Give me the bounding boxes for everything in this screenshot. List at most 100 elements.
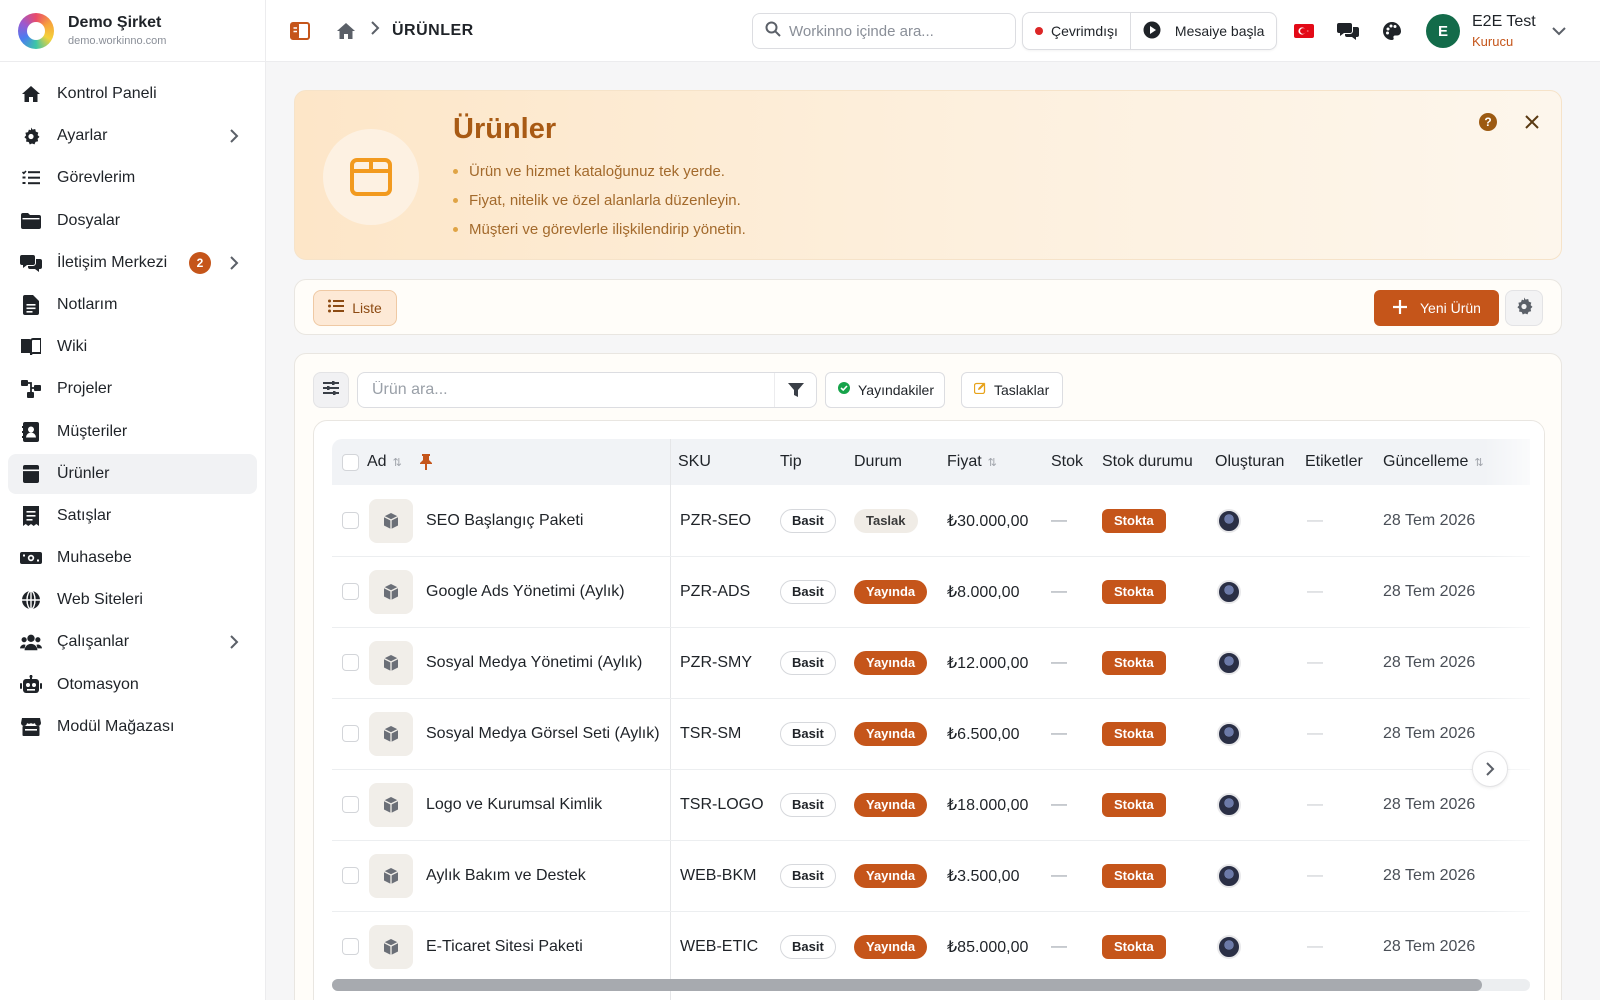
col-stock-header[interactable]: Stok [1051, 439, 1083, 485]
product-search[interactable] [357, 372, 817, 408]
table-row[interactable]: Aylık Bakım ve Destek WEB-BKM Basit Yayında… [332, 840, 1530, 912]
product-updated: 28 Tem 2026 [1383, 582, 1476, 600]
home-icon[interactable] [334, 19, 358, 43]
table-row[interactable]: E-Ticaret Sitesi Paketi WEB-ETIC Basit Yayı… [332, 911, 1530, 983]
sidebar-item-iletisim-merkezi[interactable]: İletişim Merkezi 2 [8, 243, 257, 283]
sidebar-item-satislar[interactable]: Satışlar [8, 496, 257, 536]
user-name[interactable]: E2E Test [1472, 13, 1536, 31]
select-all-checkbox[interactable] [342, 439, 359, 485]
sidebar-item-wiki[interactable]: Wiki [8, 327, 257, 367]
sidebar-item-musteriler[interactable]: Müşteriler [8, 412, 257, 452]
list-view-button[interactable]: Liste [313, 290, 397, 326]
sidebar-item-calisanlar[interactable]: Çalışanlar [8, 622, 257, 662]
pin-icon[interactable] [420, 439, 432, 485]
sidebar-item-muhasebe[interactable]: Muhasebe [8, 538, 257, 578]
brand[interactable]: Demo Şirket demo.workinno.com [0, 0, 265, 62]
close-icon[interactable] [1519, 109, 1545, 135]
creator-avatar[interactable] [1217, 650, 1241, 675]
sidebar-item-modul-magazasi[interactable]: Modül Mağazası [8, 707, 257, 747]
col-price-header[interactable]: Fiyat ⇅ [947, 439, 997, 485]
brand-domain: demo.workinno.com [68, 35, 167, 47]
product-name[interactable]: Logo ve Kurumsal Kimlik [426, 769, 602, 840]
row-checkbox[interactable] [342, 698, 359, 769]
sidebar-item-ayarlar[interactable]: Ayarlar [8, 116, 257, 156]
sidebar-item-otomasyon[interactable]: Otomasyon [8, 665, 257, 705]
new-product-button[interactable]: Yeni Ürün [1374, 290, 1499, 326]
gear-icon [1515, 297, 1533, 320]
user-avatar[interactable]: E [1426, 14, 1460, 48]
sidebar-item-notlarim[interactable]: Notlarım [8, 285, 257, 325]
list-view-label: Liste [352, 300, 382, 316]
stock-status-badge: Stokta [1102, 508, 1166, 533]
global-search-input[interactable] [789, 22, 999, 40]
start-shift-button[interactable]: Mesaiye başla [1131, 13, 1277, 49]
sidebar-item-gorevlerim[interactable]: Görevlerim [8, 158, 257, 198]
table-settings-button[interactable] [1505, 290, 1543, 326]
table-row[interactable]: Google Ads Yönetimi (Aylık) PZR-ADS Basit Y… [332, 556, 1530, 628]
chevron-right-icon[interactable] [227, 129, 241, 143]
turkish-flag-icon[interactable] [1292, 19, 1316, 43]
col-type-header[interactable]: Tip [780, 439, 802, 485]
filter-settings-button[interactable] [313, 372, 349, 408]
chevron-right-icon[interactable] [227, 635, 241, 650]
col-sku-header[interactable]: SKU [678, 439, 711, 485]
col-stock-status-header[interactable]: Stok durumu [1102, 439, 1193, 485]
robot-icon [20, 674, 42, 696]
status-badge: Yayında [854, 650, 928, 675]
sidebar-toggle-icon[interactable] [288, 19, 312, 43]
creator-avatar[interactable] [1217, 792, 1241, 817]
table-row[interactable]: Sosyal Medya Görsel Seti (Aylık) TSR-SM Ba… [332, 698, 1530, 770]
sidebar-item-kontrol-paneli[interactable]: Kontrol Paneli [8, 74, 257, 114]
row-checkbox[interactable] [342, 840, 359, 911]
sidebar-item-web-siteleri[interactable]: Web Siteleri [8, 580, 257, 620]
col-updated-header[interactable]: Güncelleme ⇅ [1383, 439, 1484, 485]
product-sku: TSR-LOGO [680, 795, 764, 813]
chevron-right-icon[interactable] [227, 256, 241, 270]
horizontal-scrollbar[interactable] [332, 979, 1530, 991]
chevron-down-icon[interactable] [1550, 22, 1568, 40]
product-name[interactable]: Sosyal Medya Yönetimi (Aylık) [426, 627, 642, 698]
messages-icon[interactable] [1336, 19, 1360, 43]
col-tags-header[interactable]: Etiketler [1305, 439, 1363, 485]
product-name[interactable]: E-Ticaret Sitesi Paketi [426, 911, 583, 982]
row-checkbox[interactable] [342, 911, 359, 982]
folder-icon [20, 210, 42, 232]
table-row[interactable]: Sosyal Medya Yönetimi (Aylık) PZR-SMY Basi… [332, 627, 1530, 699]
sidebar-item-dosyalar[interactable]: Dosyalar [8, 201, 257, 241]
col-status-header[interactable]: Durum [854, 439, 902, 485]
creator-avatar[interactable] [1217, 934, 1241, 959]
sidebar-item-projeler[interactable]: Projeler [8, 369, 257, 409]
product-name[interactable]: Aylık Bakım ve Destek [426, 840, 586, 911]
product-search-input[interactable] [372, 381, 772, 399]
row-checkbox[interactable] [342, 485, 359, 556]
product-price: ₺6.500,00 [947, 725, 1020, 743]
product-name[interactable]: SEO Başlangıç Paketi [426, 485, 583, 556]
product-price: ₺8.000,00 [947, 583, 1020, 601]
col-creator-header[interactable]: Oluşturan [1215, 439, 1284, 485]
page-title: Ürünler [453, 113, 557, 145]
status-offline[interactable]: Çevrimdışı [1023, 13, 1131, 49]
row-checkbox[interactable] [342, 556, 359, 627]
product-name[interactable]: Sosyal Medya Görsel Seti (Aylık) [426, 698, 660, 769]
product-name[interactable]: Google Ads Yönetimi (Aylık) [426, 556, 625, 627]
product-list-card: Yayındakiler Taslaklar Ad ⇅ SKU Tip Durum… [294, 353, 1562, 1000]
drafts-filter-chip[interactable]: Taslaklar [961, 372, 1063, 408]
sidebar-item-urunler[interactable]: Ürünler [8, 453, 257, 494]
col-name-header[interactable]: Ad ⇅ [367, 439, 402, 485]
scroll-right-button[interactable] [1472, 751, 1508, 787]
row-checkbox[interactable] [342, 769, 359, 840]
creator-avatar[interactable] [1217, 863, 1241, 888]
global-search[interactable] [752, 13, 1016, 49]
table-row[interactable]: SEO Başlangıç Paketi PZR-SEO Basit Taslak ₺3… [332, 485, 1530, 557]
creator-avatar[interactable] [1217, 508, 1241, 533]
table-row[interactable]: Logo ve Kurumsal Kimlik TSR-LOGO Basit Yayı… [332, 769, 1530, 841]
creator-avatar[interactable] [1217, 579, 1241, 604]
help-icon[interactable]: ? [1479, 113, 1497, 131]
scrollbar-thumb[interactable] [332, 979, 1482, 991]
funnel-icon[interactable] [774, 373, 816, 407]
palette-icon[interactable] [1380, 19, 1404, 43]
creator-avatar[interactable] [1217, 721, 1241, 746]
sidebar: Demo Şirket demo.workinno.com Kontrol Pa… [0, 0, 266, 1000]
published-filter-chip[interactable]: Yayındakiler [825, 372, 945, 408]
row-checkbox[interactable] [342, 627, 359, 698]
